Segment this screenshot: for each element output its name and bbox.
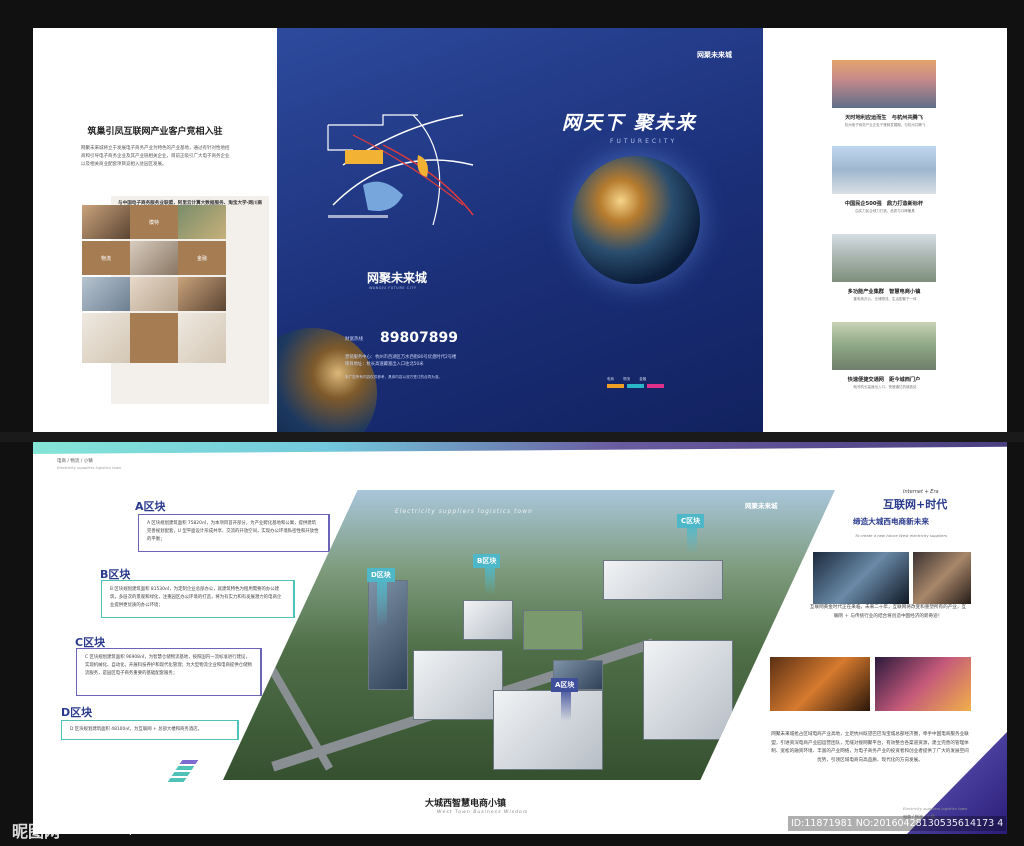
industrial-park-image xyxy=(832,234,936,282)
sales-address: 营销服务中心：杭州市西湖区万水西街80号优盘时代2号楼 xyxy=(345,355,457,360)
tile-model: 模特 xyxy=(130,205,178,239)
photo-model xyxy=(82,205,130,239)
zone-d-text: D 区块规划建筑面积 48100㎡，为互联网 + 总部大楼和商务酒店。 xyxy=(61,720,239,740)
zone-d-heading: D区块 xyxy=(61,706,93,719)
zone-a-heading: A区块 xyxy=(135,500,166,513)
brand-logo-sub: WANGJU FUTURE CITY xyxy=(369,286,417,290)
hotline-number: 89807899 xyxy=(380,330,458,346)
aerial-overlay-text: Electricity suppliers logistics town xyxy=(395,508,533,515)
zone-a-text: A 区块规划建筑面积 75820㎡，为本项目首开部分，为产业孵化基地和公寓，提供… xyxy=(138,514,330,552)
feature-sub-4: 毗邻杭长高速出入口，快速通达杭城各处 xyxy=(853,385,917,389)
project-address: 项目地址：杭长高速藏富出入口往北50米 xyxy=(345,362,424,367)
era-title: 互联网+时代 xyxy=(883,498,948,511)
tile-finance: 金融 xyxy=(178,241,226,275)
decor-slash xyxy=(167,778,187,782)
zone-c-text: C 区块规划建筑面积 96908㎡，为智慧仓储物流基地，按照国内一流标准进行建设… xyxy=(76,648,262,696)
footer-tag-en: Electricity suppliers logistics town xyxy=(903,806,968,811)
zone-b-text: B 区块规划建筑面积 81530㎡，为定制企业总部办公，就建筑特色为租用需要的办… xyxy=(101,580,295,618)
pin-stem xyxy=(561,691,571,721)
globe-image xyxy=(572,156,700,284)
brochure-inner-spread: 电商 / 物流 / 小镇 Electricity suppliers logis… xyxy=(33,442,1007,834)
era-subtitle-en: To create a new future West electricity … xyxy=(855,533,948,538)
photo-office xyxy=(82,277,130,311)
aerial-caption: 大城西智慧电商小镇 xyxy=(425,799,507,809)
swatch-logistics xyxy=(627,384,644,388)
spread-divider xyxy=(0,432,1024,442)
disclaimer: 本广告所有内容仅供参考，具体内容以双方签订的合同为准。 xyxy=(345,375,443,379)
pin-stem xyxy=(687,527,697,553)
building-b xyxy=(463,600,513,640)
swatch-finance xyxy=(647,384,664,388)
aerial-caption-en: West Town Business Wisdom xyxy=(437,810,529,815)
feature-caption-1: 天时地利应运而生 与杭州共腾飞 xyxy=(845,115,923,121)
pin-a-block: A区块 xyxy=(551,678,579,692)
pin-d-block: D区块 xyxy=(367,568,395,582)
truck-image xyxy=(770,657,870,711)
decor-slash xyxy=(179,760,199,764)
feature-sub-3: 集电商办公、仓储物流、生活配套于一体 xyxy=(853,297,917,301)
highway-image xyxy=(832,322,936,370)
feature-caption-4: 快速便捷交通网 距今城西门户 xyxy=(847,377,921,383)
tower-d xyxy=(368,580,408,690)
cover-slogan: 网天下 聚未来 xyxy=(562,112,697,134)
photo-group xyxy=(178,205,226,239)
brochure-cover: 网聚未来城 WANGJU FUTURE CITY 网聚未来城 网天下 聚未来 F… xyxy=(277,28,763,432)
tile-logistics: 物流 xyxy=(82,241,130,275)
feature-caption-2: 中国民企500强 鼎力打造新标杆 xyxy=(844,201,924,207)
color-swatches xyxy=(607,384,664,388)
feature-sub-2: 由实力民企倾力打造，品质与口碑兼具 xyxy=(855,209,915,213)
pin-c-block: C区块 xyxy=(677,514,705,528)
watermark-id: ID:11871981 NO:20160428130535614173 4 xyxy=(788,816,1007,831)
decor-slash xyxy=(171,772,191,776)
era-subtitle: 缔造大城西电商新未来 xyxy=(853,517,929,526)
building-block xyxy=(413,650,503,720)
watermark-logo: 昵图网 xyxy=(12,822,61,841)
era-paragraph-1: 互联网黄金时代正在来临，未来二十年，互联网将改变和重塑所有的产业，互联网 ＋ 与… xyxy=(809,605,967,619)
building-a xyxy=(493,690,603,770)
swatch-labels: 电商 物流 金融 xyxy=(607,377,647,381)
location-map xyxy=(327,114,474,226)
tech-hand-image xyxy=(813,552,909,604)
photo-document xyxy=(130,277,178,311)
city-skyline-image xyxy=(832,60,936,108)
photo-service xyxy=(178,277,226,311)
green-roof xyxy=(523,610,583,650)
aerial-brand-logo: 网聚未来城 xyxy=(745,502,778,510)
section-tag-en: Electricity suppliers logistics town xyxy=(57,465,122,470)
photo-woman xyxy=(130,241,178,275)
section-tag: 电商 / 物流 / 小镇 xyxy=(57,459,93,464)
era-en: Internet + Era xyxy=(903,489,939,495)
certificate-image-2 xyxy=(178,313,226,363)
top-gradient-stripe xyxy=(33,442,1007,454)
tile-blank xyxy=(130,313,178,363)
brochure-panel-right: 天时地利应运而生 与杭州共腾飞 杭州电子商务产业正处于蓬勃发展期，与杭州共腾飞 … xyxy=(763,28,1007,432)
brand-logo-small: 网聚未来城 xyxy=(697,51,732,59)
address-block: 营销服务中心：杭州市西湖区万水西街80号优盘时代2号楼 项目地址：杭长高速藏富出… xyxy=(345,354,535,381)
office-tower-image xyxy=(832,146,936,194)
decor-slash xyxy=(175,766,195,770)
warehouse xyxy=(603,560,723,600)
swatch-ecommerce xyxy=(607,384,624,388)
hotline-label: 财富热线 xyxy=(345,337,363,342)
cover-slogan-en: FUTURECITY xyxy=(610,138,678,145)
highway-night-image xyxy=(875,657,971,711)
pin-stem xyxy=(377,581,387,627)
panel-title: 筑巢引凤互联网产业客户竞相入驻 xyxy=(87,127,223,137)
building-c xyxy=(643,640,733,740)
tablet-image xyxy=(913,552,971,604)
feature-caption-3: 多功能产业集群 智慧电商小镇 xyxy=(847,289,921,295)
certificate-image xyxy=(82,313,130,363)
brand-logo: 网聚未来城 xyxy=(367,271,428,285)
panel-body-text: 网聚未来城将立于发展电子商务产业为特色的产业基地，通过有针对性地招商和引导电子商… xyxy=(81,146,230,167)
pin-b-block: B区块 xyxy=(473,554,501,568)
watermark-url: www.nipic.com xyxy=(82,821,180,836)
era-paragraph-2: 网聚未来城抢占区域电商产业高地，立足杭州既望巴巴淘宝城总部经济圈，牵手中国电商服… xyxy=(771,732,969,763)
pin-stem xyxy=(485,567,495,595)
feature-sub-1: 杭州电子商务产业正处于蓬勃发展期，与杭州共腾飞 xyxy=(844,123,926,127)
brochure-panel-left: 筑巢引凤互联网产业客户竞相入驻 网聚未来城将立于发展电子商务产业为特色的产业基地… xyxy=(33,28,277,432)
